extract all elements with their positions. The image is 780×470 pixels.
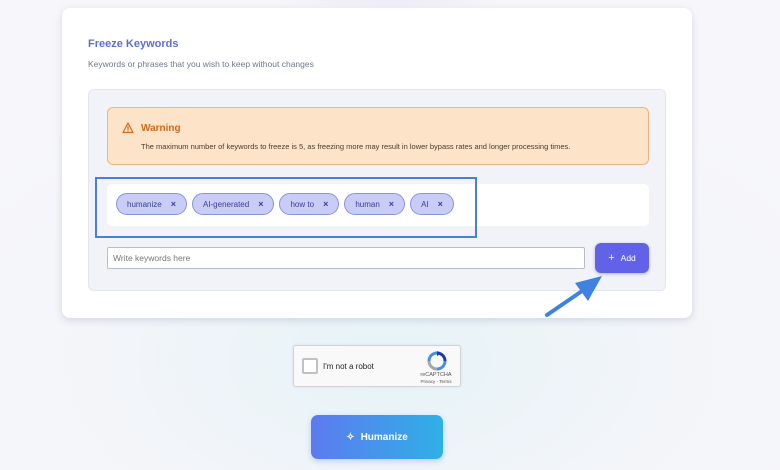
recaptcha-logo-icon xyxy=(427,351,447,371)
captcha-label: I'm not a robot xyxy=(323,362,374,371)
sparkle-icon: ✧ xyxy=(346,431,355,443)
keyword-input[interactable] xyxy=(107,247,585,269)
warning-text: The maximum number of keywords to freeze… xyxy=(141,142,571,151)
warning-title: Warning xyxy=(141,123,181,134)
section-subtitle: Keywords or phrases that you wish to kee… xyxy=(88,59,314,69)
warning-triangle-icon xyxy=(122,122,134,134)
section-title: Freeze Keywords xyxy=(88,38,179,50)
warning-banner: Warning The maximum number of keywords t… xyxy=(107,107,649,165)
add-keyword-button[interactable]: + Add xyxy=(595,243,649,273)
plus-icon: + xyxy=(608,251,615,264)
add-button-label: Add xyxy=(620,253,636,263)
captcha-brand: reCAPTCHA xyxy=(420,372,452,378)
captcha-checkbox[interactable] xyxy=(302,358,318,374)
annotation-highlight-box xyxy=(95,177,477,238)
recaptcha-widget: I'm not a robot reCAPTCHA Privacy - Term… xyxy=(293,345,461,387)
captcha-privacy-terms[interactable]: Privacy - Terms xyxy=(412,379,460,384)
humanize-button-label: Humanize xyxy=(360,431,408,443)
annotation-arrow-icon xyxy=(545,276,602,317)
humanize-button[interactable]: ✧ Humanize xyxy=(311,415,443,459)
